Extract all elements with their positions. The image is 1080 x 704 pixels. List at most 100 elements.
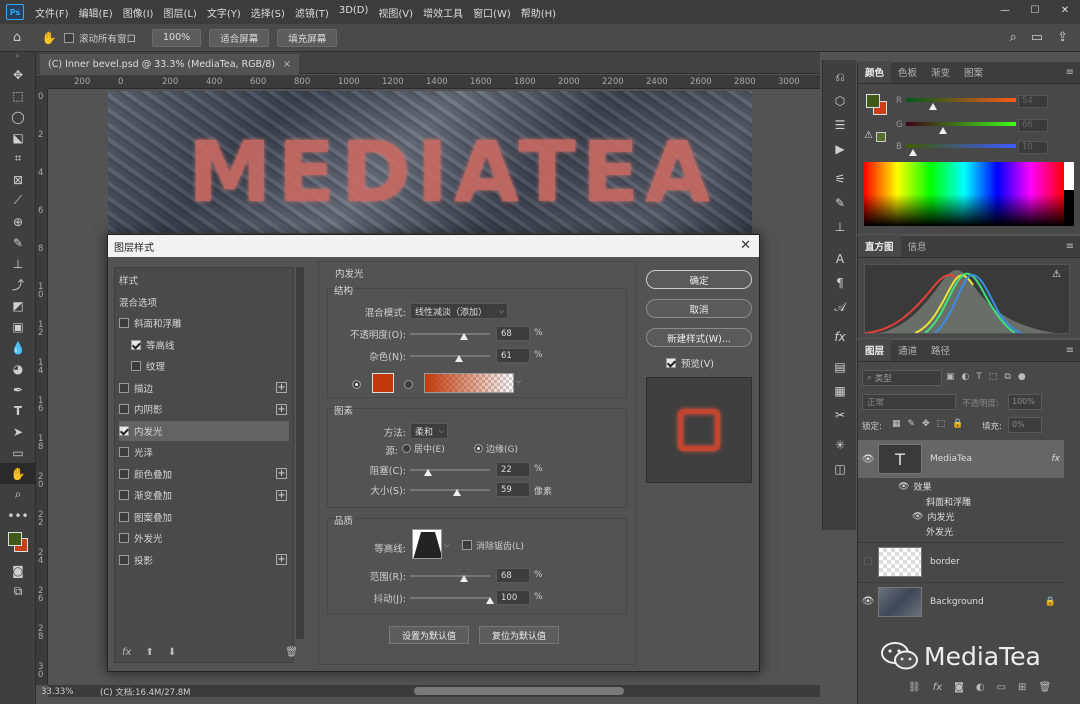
new-adjustment-icon[interactable]: ◐ <box>976 682 985 693</box>
menu-item-11[interactable]: 帮助(H) <box>516 5 561 20</box>
effects-row[interactable]: 👁 效果 <box>898 479 1080 494</box>
tab-color[interactable]: 颜色 <box>858 61 892 83</box>
healing-tool-icon[interactable]: ⊕ <box>0 211 36 232</box>
size-value[interactable]: 59 <box>496 482 530 497</box>
share-icon[interactable]: ⇪ <box>1057 30 1068 45</box>
zoom-100-button[interactable]: 100% <box>152 28 202 47</box>
r-value[interactable]: 54 <box>1018 95 1048 108</box>
new-style-button[interactable]: 新建样式(W)... <box>646 328 752 347</box>
range-value[interactable]: 68 <box>496 568 530 583</box>
style-checkbox[interactable] <box>119 468 129 479</box>
panel-menu-icon[interactable]: ≡ <box>1066 67 1074 78</box>
style-item-8[interactable]: 光泽 <box>119 442 289 462</box>
antialias-checkbox[interactable] <box>462 540 472 550</box>
fill-screen-button[interactable]: 填充屏幕 <box>277 28 338 47</box>
menu-item-0[interactable]: 文件(F) <box>30 5 74 20</box>
visibility-eye-icon[interactable]: 👁 <box>858 454 878 465</box>
document-canvas[interactable]: MEDIATEA <box>108 91 752 233</box>
style-checkbox[interactable] <box>119 533 129 543</box>
layer-row-border[interactable]: ▢ border <box>858 542 1064 580</box>
gradient-picker[interactable] <box>424 373 514 393</box>
style-checkbox[interactable] <box>119 490 129 500</box>
document-tab[interactable]: (C) Inner bevel.psd @ 33.3% (MediaTea, R… <box>40 54 299 74</box>
method-dropdown[interactable]: 柔和 ⌵ <box>410 423 448 439</box>
layer-name[interactable]: Background <box>930 597 984 607</box>
jitter-slider-knob[interactable] <box>486 597 494 604</box>
style-item-12[interactable]: 外发光 <box>119 528 289 548</box>
contour-dropdown-icon[interactable]: ⌵ <box>444 541 449 550</box>
scroll-all-windows-checkbox[interactable]: 滚动所有窗口 <box>64 31 136 45</box>
fx-icon[interactable]: fx <box>122 647 131 658</box>
delete-icon[interactable]: 🗑 <box>285 647 298 658</box>
workspace-icon[interactable]: ▭ <box>1031 30 1043 45</box>
menu-item-7[interactable]: 3D(D) <box>334 5 374 20</box>
menu-item-1[interactable]: 编辑(E) <box>74 5 118 20</box>
filter-type-icon[interactable]: T <box>976 372 982 382</box>
filter-toggle-icon[interactable]: ● <box>1018 372 1026 382</box>
choke-slider[interactable] <box>410 469 490 471</box>
path-select-tool-icon[interactable]: ➤ <box>0 421 36 442</box>
layer-filter-input[interactable]: ⌕ 类型 <box>862 370 942 386</box>
move-tool-icon[interactable]: ✥ <box>0 64 36 85</box>
zoom-tool-icon[interactable]: ⌕ <box>0 484 36 505</box>
search-icon[interactable]: ⌕ <box>1010 30 1017 45</box>
lock-position-icon[interactable]: ✥ <box>922 419 930 429</box>
range-slider[interactable] <box>410 575 490 577</box>
crop-tool-icon[interactable]: ⌗ <box>0 148 36 169</box>
navigator-icon[interactable]: ✳ <box>823 434 857 456</box>
opacity-slider-knob[interactable] <box>460 333 469 340</box>
menu-item-2[interactable]: 图像(I) <box>118 5 159 20</box>
r-slider[interactable] <box>906 98 1016 102</box>
effects-eye-icon[interactable]: 👁 <box>898 482 909 492</box>
paragraph-icon[interactable]: ¶ <box>823 272 857 294</box>
add-mask-icon[interactable]: ◙ <box>954 682 964 693</box>
notes-icon[interactable]: ▦ <box>823 380 857 402</box>
style-item-5[interactable]: 描边 + <box>119 378 289 398</box>
style-checkbox[interactable] <box>119 404 129 414</box>
style-item-9[interactable]: 颜色叠加 + <box>119 464 289 484</box>
effect-row-outer-glow[interactable]: 外发光 <box>926 524 1080 539</box>
layer-name[interactable]: MediaTea <box>930 454 972 464</box>
more-tools-icon[interactable]: ••• <box>0 505 36 526</box>
fit-screen-button[interactable]: 适合屏幕 <box>209 28 270 47</box>
stamp-tool-icon[interactable]: ⊥ <box>0 253 36 274</box>
layer-row-mediatea[interactable]: 👁 T MediaTea fx <box>858 440 1064 478</box>
menu-item-9[interactable]: 增效工具 <box>418 5 468 20</box>
maximize-button[interactable]: ☐ <box>1020 0 1050 20</box>
effect-row-bevel[interactable]: 斜面和浮雕 <box>926 494 1080 509</box>
histogram-warning-icon[interactable]: ⚠ <box>1052 269 1061 280</box>
lock-artboard-icon[interactable]: ⬚ <box>937 419 946 429</box>
effect-eye-icon[interactable]: 👁 <box>912 512 923 522</box>
new-layer-icon[interactable]: ⊞ <box>1018 682 1026 693</box>
shape-tool-icon[interactable]: ▭ <box>0 442 36 463</box>
r-slider-knob[interactable] <box>929 103 937 110</box>
brush-tool-icon[interactable]: ✎ <box>0 232 36 253</box>
add-style-plus-icon[interactable]: + <box>276 403 287 415</box>
blend-mode-select[interactable]: 正常 <box>862 394 956 410</box>
style-item-4[interactable]: 纹理 <box>119 356 289 376</box>
range-slider-knob[interactable] <box>460 575 469 582</box>
style-item-2[interactable]: 斜面和浮雕 <box>119 313 289 333</box>
color-spectrum[interactable] <box>864 162 1074 226</box>
character-icon[interactable]: A <box>823 248 857 270</box>
quick-mask-icon[interactable]: ◙ <box>0 560 36 581</box>
style-item-13[interactable]: 投影 + <box>119 550 289 570</box>
layer-fx-icon[interactable]: fx <box>1052 454 1061 464</box>
quick-select-tool-icon[interactable]: ⬕ <box>0 127 36 148</box>
visibility-off-box[interactable]: ▢ <box>858 556 878 567</box>
filter-smart-icon[interactable]: ⧉ <box>1004 372 1010 382</box>
glyphs-icon[interactable]: 𝒜 <box>823 296 857 318</box>
menu-item-5[interactable]: 选择(S) <box>246 5 290 20</box>
style-item-1[interactable]: 混合选项 <box>119 292 289 312</box>
actions-play-icon[interactable]: ▶ <box>823 138 857 160</box>
dialog-close-button[interactable]: ✕ <box>740 238 751 253</box>
style-checkbox[interactable] <box>131 361 141 371</box>
style-checkbox[interactable] <box>119 447 129 457</box>
lock-pixels-icon[interactable]: ✎ <box>908 419 916 429</box>
history-icon[interactable]: ⎌ <box>823 66 857 88</box>
screen-mode-icon[interactable]: ⧉ <box>0 581 36 602</box>
noise-slider[interactable] <box>410 355 490 357</box>
eraser-tool-icon[interactable]: ◩ <box>0 295 36 316</box>
delete-layer-icon[interactable]: 🗑 <box>1038 682 1051 693</box>
visibility-eye-icon[interactable]: 👁 <box>858 596 878 607</box>
